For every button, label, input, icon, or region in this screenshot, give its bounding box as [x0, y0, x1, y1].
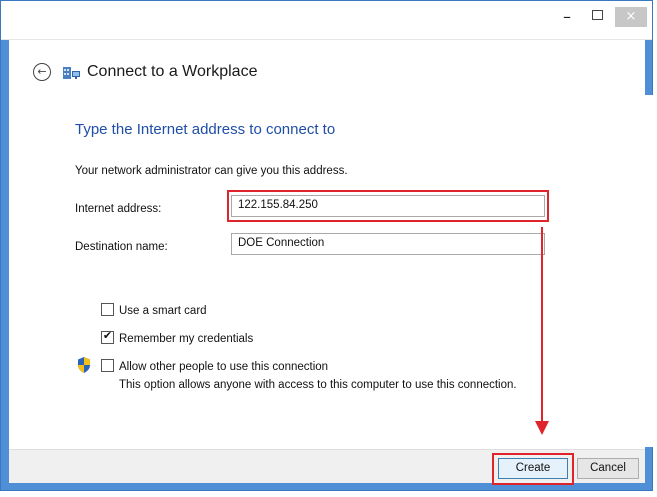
page-heading: Type the Internet address to connect to — [75, 121, 336, 138]
destination-name-label: Destination name: — [75, 241, 168, 253]
allow-others-checkbox[interactable] — [101, 359, 114, 372]
smart-card-checkbox[interactable] — [101, 303, 114, 316]
workplace-network-icon — [63, 67, 80, 79]
uac-shield-icon — [78, 357, 90, 373]
allow-others-option[interactable]: Allow other people to use this connectio… — [101, 359, 328, 373]
allow-others-label: Allow other people to use this connectio… — [119, 361, 329, 373]
cancel-button[interactable]: Cancel — [577, 458, 639, 479]
annotation-arrow — [541, 227, 543, 423]
internet-address-input[interactable]: 122.155.84.250 — [231, 195, 545, 217]
annotation-arrowhead — [535, 421, 549, 435]
destination-name-input[interactable]: DOE Connection — [231, 233, 545, 255]
maximize-button[interactable] — [584, 10, 610, 40]
create-button[interactable]: Create — [498, 458, 568, 479]
smart-card-label: Use a smart card — [119, 305, 207, 317]
window-frame: – × ← Connect to a Workplace Type the In… — [0, 0, 657, 491]
dialog-window: – × ← Connect to a Workplace Type the In… — [1, 1, 657, 485]
smart-card-option[interactable]: Use a smart card — [101, 303, 207, 317]
title-bar: – × — [1, 1, 652, 40]
back-arrow-icon[interactable]: ← — [33, 63, 51, 81]
checkmark-icon: ✔ — [102, 329, 113, 342]
dialog-content: Type the Internet address to connect to … — [33, 95, 657, 447]
remember-credentials-checkbox[interactable]: ✔ — [101, 329, 114, 344]
internet-address-label: Internet address: — [75, 203, 162, 215]
remember-credentials-label: Remember my credentials — [119, 333, 254, 345]
dialog-title: Connect to a Workplace — [87, 63, 258, 80]
allow-others-note: This option allows anyone with access to… — [119, 379, 517, 391]
minimize-button[interactable]: – — [552, 7, 582, 37]
close-button[interactable]: × — [615, 7, 647, 27]
maximize-icon — [591, 10, 603, 20]
dialog-footer: Create Cancel — [9, 449, 645, 485]
intro-text: Your network administrator can give you … — [75, 165, 348, 177]
remember-credentials-option[interactable]: ✔ Remember my credentials — [101, 329, 254, 345]
